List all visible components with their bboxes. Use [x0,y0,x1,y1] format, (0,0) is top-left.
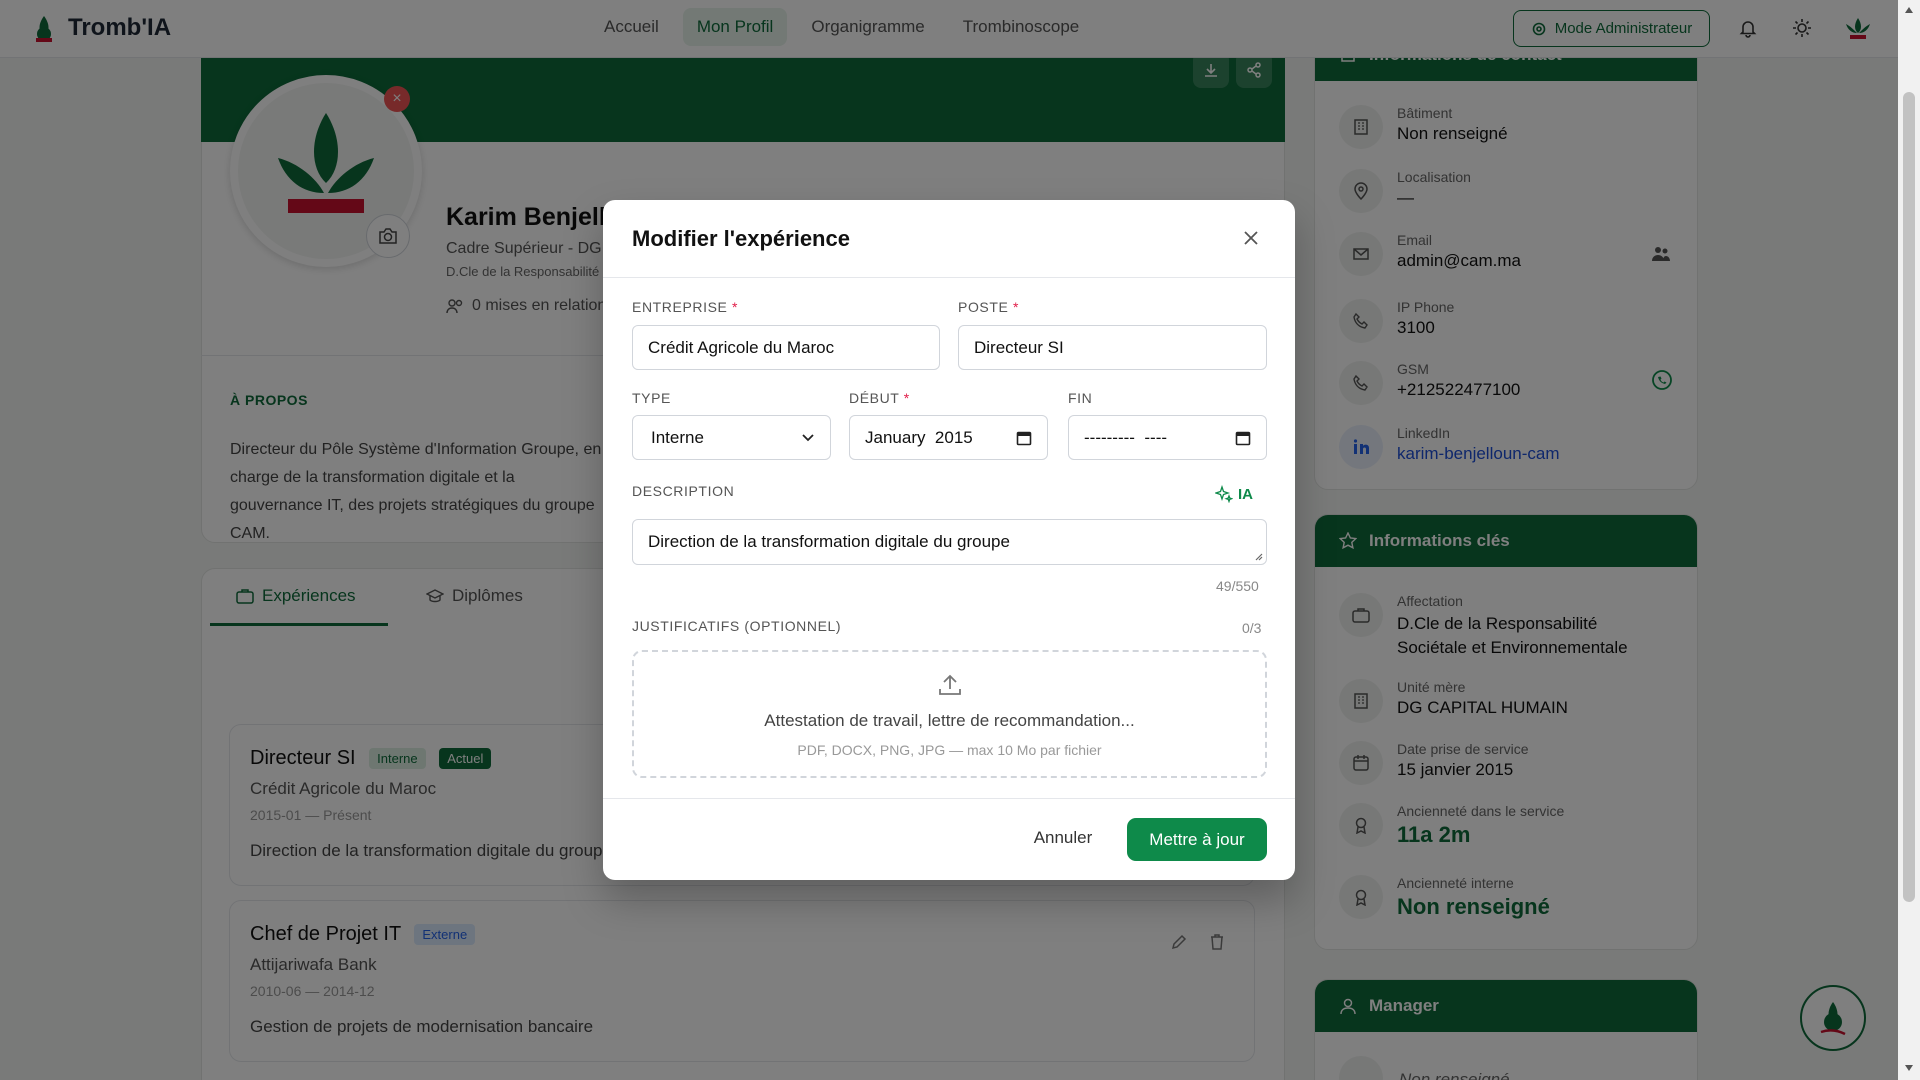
sparkles-icon [1215,485,1233,503]
type-select-value: Interne [651,427,704,447]
dropzone-text: Attestation de travail, lettre de recomm… [764,711,1135,730]
modal-header-divider [603,277,1295,278]
calendar-icon [1235,431,1251,445]
modal-title: Modifier l'expérience [632,226,850,251]
debut-value: January 2015 [865,427,973,447]
upload-icon [939,674,961,695]
file-dropzone[interactable]: Attestation de travail, lettre de recomm… [632,650,1267,778]
description-label: DESCRIPTION [632,483,735,499]
calendar-icon [1016,431,1032,445]
update-button[interactable]: Mettre à jour [1127,818,1267,861]
scroll-down-icon[interactable] [1904,1064,1914,1072]
type-select[interactable]: Interne [632,415,831,460]
poste-label: POSTE * [958,299,1020,315]
entreprise-label: ENTREPRISE * [632,299,739,315]
description-counter: 49/550 [1216,578,1259,594]
modal-footer-divider [603,798,1295,799]
entreprise-input[interactable]: Crédit Agricole du Maroc [632,325,940,370]
poste-input[interactable]: Directeur SI [958,325,1267,370]
ia-generate-button[interactable]: IA [1215,485,1253,503]
description-value: Direction de la transformation digitale … [648,532,1010,551]
justificatifs-label: JUSTIFICATIFS (OPTIONNEL) [632,618,842,634]
cancel-button[interactable]: Annuler [1018,818,1108,858]
justificatifs-counter: 0/3 [1242,620,1262,636]
fin-date-input[interactable]: --------- ---- [1068,415,1267,460]
description-textarea[interactable]: Direction de la transformation digitale … [632,519,1267,565]
ia-label: IA [1238,485,1253,503]
debut-date-input[interactable]: January 2015 [849,415,1048,460]
dropzone-hint: PDF, DOCX, PNG, JPG — max 10 Mo par fich… [797,742,1102,758]
chevron-down-icon [802,433,814,441]
scroll-up-icon[interactable] [1904,6,1914,14]
edit-experience-modal: Modifier l'expérience ENTREPRISE * Crédi… [603,200,1295,880]
type-label: TYPE [632,390,671,406]
page-scrollbar-thumb[interactable] [1903,92,1915,902]
modal-close-button[interactable] [1241,228,1261,248]
resize-handle-icon[interactable] [1253,551,1263,561]
fin-label: FIN [1068,390,1093,406]
debut-label: DÉBUT * [849,390,910,406]
close-icon [1244,231,1258,245]
fin-value: --------- ---- [1084,427,1168,447]
